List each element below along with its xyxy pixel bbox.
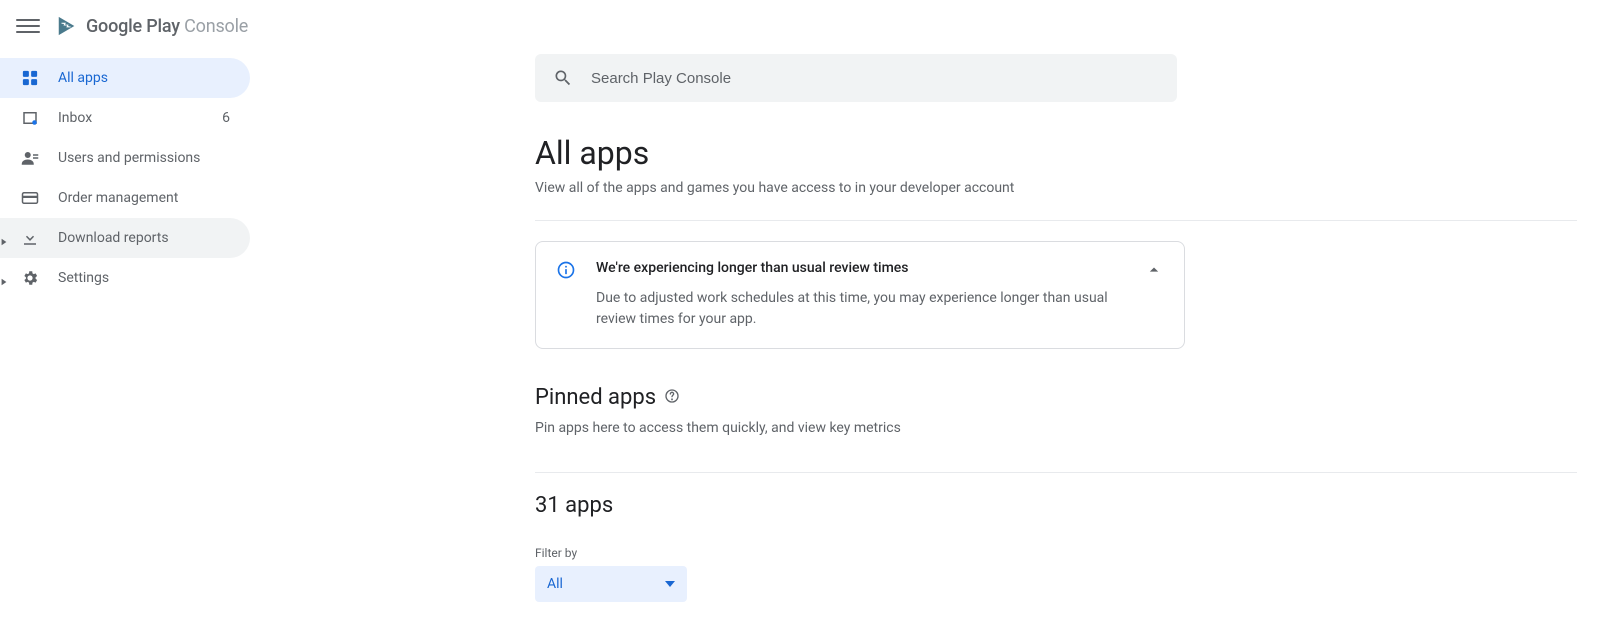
app-header: Google Play Console	[0, 0, 1617, 52]
main-content: All apps View all of the apps and games …	[0, 52, 1617, 642]
help-icon[interactable]	[664, 385, 680, 410]
sidebar-item-order-management[interactable]: Order management	[0, 178, 250, 218]
inbox-count-badge: 6	[222, 110, 238, 126]
notice-body: Due to adjusted work schedules at this t…	[596, 288, 1124, 330]
sidebar-item-all-apps[interactable]: All apps	[0, 58, 250, 98]
sidebar-item-label: Inbox	[58, 110, 222, 126]
sidebar-item-users-permissions[interactable]: Users and permissions	[0, 138, 250, 178]
divider	[535, 472, 1577, 473]
app-count-heading: 31 apps	[535, 493, 1577, 518]
play-logo-icon	[56, 15, 78, 37]
divider	[535, 220, 1577, 221]
brand-logo[interactable]: Google Play Console	[56, 15, 248, 37]
inbox-icon	[20, 108, 40, 128]
page-title: All apps	[535, 134, 1577, 172]
sidebar-item-label: All apps	[58, 70, 238, 86]
chevron-down-icon	[665, 581, 675, 587]
apps-grid-icon	[20, 68, 40, 88]
pinned-apps-heading: Pinned apps	[535, 385, 1577, 410]
chevron-up-icon[interactable]	[1144, 260, 1164, 330]
notice-title: We're experiencing longer than usual rev…	[596, 260, 1124, 276]
sidebar-item-label: Download reports	[58, 230, 238, 246]
page-subtitle: View all of the apps and games you have …	[535, 180, 1577, 196]
info-icon	[556, 260, 576, 280]
chevron-right-icon	[0, 274, 8, 282]
gear-icon	[20, 268, 40, 288]
credit-card-icon	[20, 188, 40, 208]
brand-text: Google Play Console	[86, 16, 248, 37]
search-bar[interactable]	[535, 54, 1177, 102]
pinned-apps-subtitle: Pin apps here to access them quickly, an…	[535, 420, 1577, 436]
filter-label: Filter by	[535, 546, 1577, 560]
sidebar-item-inbox[interactable]: Inbox 6	[0, 98, 250, 138]
filter-value: All	[547, 576, 563, 592]
search-icon	[553, 68, 573, 88]
pinned-heading-text: Pinned apps	[535, 385, 656, 410]
notice-card: We're experiencing longer than usual rev…	[535, 241, 1185, 349]
users-icon	[20, 148, 40, 168]
filter-select[interactable]: All	[535, 566, 687, 602]
sidebar-item-label: Settings	[58, 270, 238, 286]
download-icon	[20, 228, 40, 248]
menu-icon[interactable]	[16, 14, 40, 38]
sidebar-item-settings[interactable]: Settings	[0, 258, 250, 298]
sidebar-item-label: Order management	[58, 190, 238, 206]
chevron-right-icon	[0, 234, 8, 242]
sidebar-item-label: Users and permissions	[58, 150, 238, 166]
sidebar-item-download-reports[interactable]: Download reports	[0, 218, 250, 258]
search-input[interactable]	[591, 70, 1159, 87]
